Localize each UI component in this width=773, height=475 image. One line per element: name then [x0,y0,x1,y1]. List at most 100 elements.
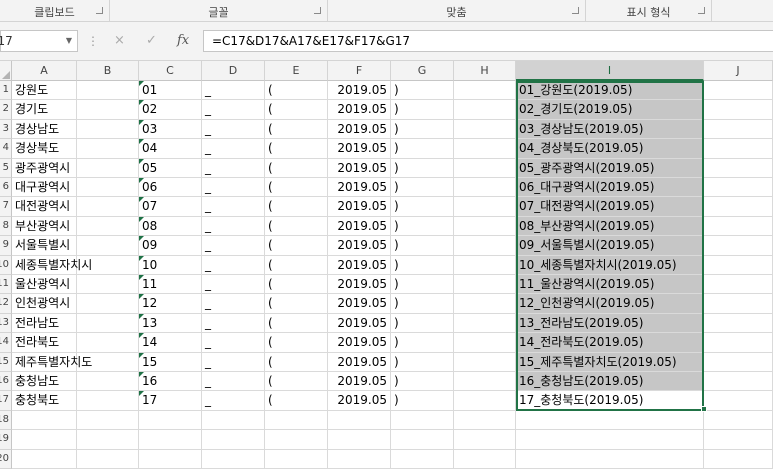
cell-c12[interactable]: 12 [139,294,202,314]
cell-c11[interactable]: 11 [139,275,202,295]
column-header-c[interactable]: C [139,61,202,81]
cell-j18[interactable] [704,410,773,431]
cell-d19[interactable] [202,430,265,450]
cell-e9[interactable]: ( [265,236,328,256]
cell-g7[interactable]: ) [391,197,454,217]
cell-h9[interactable] [454,236,516,256]
cell-f4[interactable]: 2019.05 [328,139,391,159]
cell-a12[interactable]: 인천광역시 [12,294,77,314]
cell-b3[interactable] [77,119,139,140]
cell-g12[interactable]: ) [391,294,454,314]
cell-j3[interactable] [704,119,773,140]
row-header[interactable]: 7 [0,197,12,217]
column-header-a[interactable]: A [12,61,77,81]
cell-h16[interactable] [454,372,516,392]
cell-f12[interactable]: 2019.05 [328,294,391,314]
cell-c8[interactable]: 08 [139,216,202,237]
cell-g10[interactable]: ) [391,255,454,275]
cell-h18[interactable] [454,410,516,431]
cell-a16[interactable]: 충청남도 [12,372,77,392]
cell-f5[interactable]: 2019.05 [328,158,391,178]
cell-f8[interactable]: 2019.05 [328,216,391,237]
cell-h12[interactable] [454,294,516,314]
cell-c2[interactable]: 02 [139,100,202,120]
cell-e19[interactable] [265,430,328,450]
cell-g5[interactable]: ) [391,158,454,178]
row-header[interactable]: 19 [0,430,12,450]
cell-d8[interactable]: _ [202,216,265,237]
row-header[interactable]: 3 [0,119,12,140]
cell-b16[interactable] [77,372,139,392]
row-header[interactable]: 11 [0,275,12,295]
row-header[interactable]: 17 [0,391,12,411]
cell-i6[interactable]: 06_대구광역시(2019.05) [516,178,704,198]
insert-function-icon[interactable]: fx [177,32,189,50]
dialog-launcher-icon[interactable] [96,7,103,14]
cell-b9[interactable] [77,236,139,256]
cell-a5[interactable]: 광주광역시 [12,158,77,178]
cell-h10[interactable] [454,255,516,275]
cell-c18[interactable] [139,410,202,431]
cell-j4[interactable] [704,139,773,159]
cell-e6[interactable]: ( [265,178,328,198]
cell-i7[interactable]: 07_대전광역시(2019.05) [516,197,704,217]
cell-b5[interactable] [77,158,139,178]
cell-g15[interactable]: ) [391,352,454,372]
row-header[interactable]: 9 [0,236,12,256]
column-header-j[interactable]: J [704,61,773,81]
column-header-f[interactable]: F [328,61,391,81]
cell-h5[interactable] [454,158,516,178]
cell-e14[interactable]: ( [265,333,328,353]
cell-j10[interactable] [704,255,773,275]
cell-c3[interactable]: 03 [139,119,202,140]
cell-g1[interactable]: ) [391,81,454,101]
cell-b6[interactable] [77,178,139,198]
cell-c14[interactable]: 14 [139,333,202,353]
row-header[interactable]: 4 [0,139,12,159]
column-header-e[interactable]: E [265,61,328,81]
cell-g17[interactable]: ) [391,391,454,411]
cell-h14[interactable] [454,333,516,353]
row-header[interactable]: 12 [0,294,12,314]
cell-e3[interactable]: ( [265,119,328,140]
cell-i9[interactable]: 09_서울특별시(2019.05) [516,236,704,256]
column-header-g[interactable]: G [391,61,454,81]
cell-i14[interactable]: 14_전라북도(2019.05) [516,333,704,353]
cell-d16[interactable]: _ [202,372,265,392]
cell-e13[interactable]: ( [265,313,328,334]
column-header-d[interactable]: D [202,61,265,81]
row-header[interactable]: 14 [0,333,12,353]
cell-j9[interactable] [704,236,773,256]
row-header[interactable]: 13 [0,313,12,334]
cell-g13[interactable]: ) [391,313,454,334]
cell-j19[interactable] [704,430,773,450]
dialog-launcher-icon[interactable] [572,7,579,14]
cell-d1[interactable]: _ [202,81,265,101]
cell-h7[interactable] [454,197,516,217]
name-box[interactable]: I17 ▼ [0,30,78,52]
enter-icon[interactable]: ✓ [146,32,157,50]
cell-b1[interactable] [77,81,139,101]
cell-f19[interactable] [328,430,391,450]
cell-d15[interactable]: _ [202,352,265,372]
cell-j13[interactable] [704,313,773,334]
row-header[interactable]: 10 [0,255,12,275]
cell-e4[interactable]: ( [265,139,328,159]
cell-j8[interactable] [704,216,773,237]
cell-b13[interactable] [77,313,139,334]
cell-i18[interactable] [516,410,704,431]
cell-d14[interactable]: _ [202,333,265,353]
cell-a17[interactable]: 충청북도 [12,391,77,411]
cell-g19[interactable] [391,430,454,450]
cell-e7[interactable]: ( [265,197,328,217]
cell-d7[interactable]: _ [202,197,265,217]
cell-f1[interactable]: 2019.05 [328,81,391,101]
formula-input[interactable]: =C17&D17&A17&E17&F17&G17 [203,30,773,52]
cell-h19[interactable] [454,430,516,450]
cell-g8[interactable]: ) [391,216,454,237]
cell-c16[interactable]: 16 [139,372,202,392]
cell-e2[interactable]: ( [265,100,328,120]
cell-g6[interactable]: ) [391,178,454,198]
row-header[interactable]: 16 [0,372,12,392]
cell-b4[interactable] [77,139,139,159]
